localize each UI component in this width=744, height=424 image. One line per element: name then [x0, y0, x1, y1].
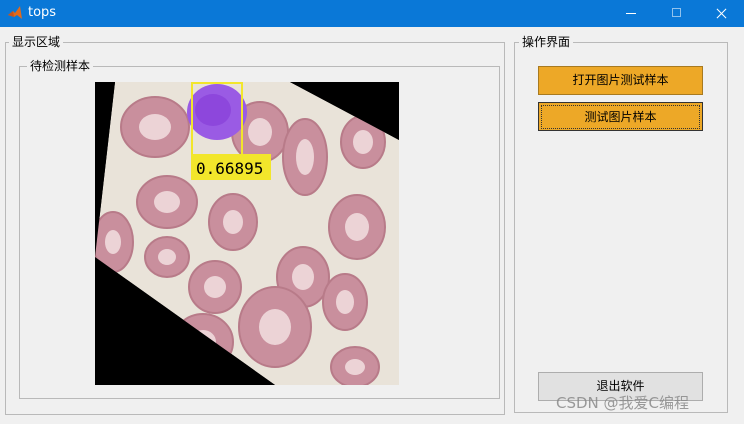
maximize-icon[interactable] [654, 0, 700, 27]
title-bar: tops [0, 0, 744, 27]
detection-score: 0.66895 [196, 159, 263, 178]
test-image-button[interactable]: 测试图片样本 [538, 102, 703, 131]
ops-panel-title: 操作界面 [519, 34, 574, 50]
test-image-button-label: 测试图片样本 [541, 105, 700, 129]
watermark: CSDN @我爱C编程 [556, 394, 690, 412]
open-image-button[interactable]: 打开图片测试样本 [538, 66, 703, 95]
close-icon[interactable] [698, 0, 744, 27]
sample-image: 0.66895 [95, 82, 399, 385]
display-panel-title: 显示区域 [9, 34, 64, 50]
sample-panel-title: 待检测样本 [27, 58, 94, 74]
minimize-icon[interactable] [608, 0, 654, 27]
matlab-icon [8, 6, 22, 19]
ops-panel: 操作界面 [514, 34, 728, 413]
window-title: tops [28, 5, 57, 20]
